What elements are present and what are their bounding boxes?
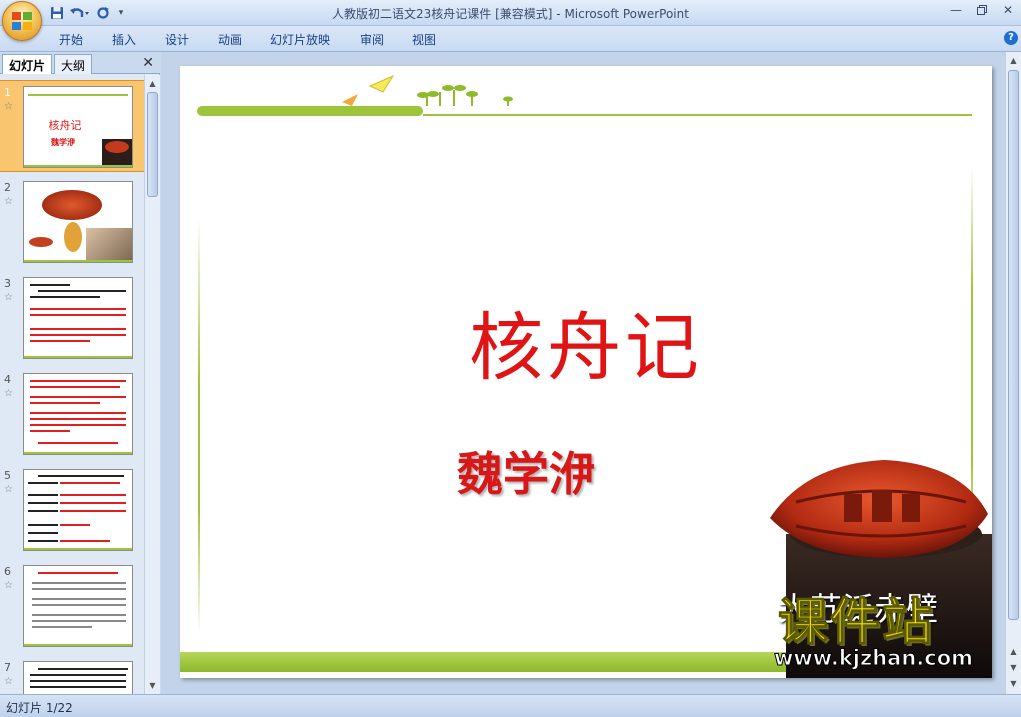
slide-preview [23,469,133,551]
pane-scrollbar[interactable]: ▲ ▼ [144,75,160,694]
slide-number: 7 [4,661,11,674]
left-accent-line [198,216,200,636]
minimize-icon: — [950,3,962,17]
thumb-title: 核舟记 [48,119,82,132]
slide-preview [23,277,133,359]
help-icon: ? [1008,32,1014,43]
thumbnail-list: 1 ☆ 核舟记 魏学洢 2 ☆ 3 ☆ 4 ☆ 5 ☆ 6 ☆ 7 ☆ [0,75,144,694]
save-icon [51,7,63,19]
customize-qat-button[interactable]: ▾ [112,4,130,22]
slide-number: 5 [4,469,11,482]
redo-icon [97,7,109,19]
editor-scrollbar[interactable]: ▲ ▲ ▼ ▼ [1005,52,1021,694]
tab-outline[interactable]: 大纲 [54,54,93,74]
slide-thumbnail[interactable]: 7 ☆ [0,656,144,694]
slide-preview [23,661,133,694]
animation-star-icon: ☆ [4,101,13,112]
slide-editor: 核舟记 魏学洢 大苏泛赤壁 课件站 www.kjzhan.com [161,52,1005,694]
tab-review[interactable]: 审阅 [360,31,384,48]
window-controls: — ✕ [943,0,1021,20]
office-button[interactable] [2,1,42,41]
previous-slide-icon[interactable]: ▲ [1006,644,1021,659]
window-title: 人教版初二语文23核舟记课件 [兼容模式] - Microsoft PowerP… [332,7,689,21]
slide-number: 1 [4,86,11,99]
slide-preview [23,373,133,455]
animation-star-icon: ☆ [4,676,13,687]
close-icon: ✕ [1002,3,1014,17]
tab-home[interactable]: 开始 [59,31,83,48]
thumb-author: 魏学洢 [51,138,75,147]
redo-button[interactable] [94,4,112,22]
slide-number: 6 [4,565,11,578]
tab-insert[interactable]: 插入 [112,31,136,48]
animation-star-icon: ☆ [4,196,13,207]
watermark-logo-text: 课件站 [778,593,934,652]
ribbon-tab-bar: 开始 插入 设计 动画 幻灯片放映 审阅 视图 ? [0,26,1021,52]
tab-slides[interactable]: 幻灯片 [2,54,53,74]
close-pane-button[interactable]: ✕ [142,55,154,71]
help-button[interactable]: ? [1004,31,1018,45]
tab-design[interactable]: 设计 [165,31,189,48]
close-window-button[interactable]: ✕ [995,0,1021,20]
scroll-up-arrow-icon[interactable]: ▲ [1006,53,1021,68]
restore-icon [977,5,987,15]
tab-slide-show[interactable]: 幻灯片放映 [270,31,330,48]
animation-star-icon: ☆ [4,292,13,303]
slide-thumbnail[interactable]: 5 ☆ [0,464,144,556]
slide-counter: 幻灯片 1/22 [6,701,73,715]
save-button[interactable] [48,4,66,22]
quick-access-toolbar: ▾ [48,4,130,22]
office-logo-icon [12,12,34,32]
kjzhan-watermark: 课件站 www.kjzhan.com [770,582,992,678]
title-bar: ▾ 人教版初二语文23核舟记课件 [兼容模式] - Microsoft Powe… [0,0,1021,26]
slide-thumbnail[interactable]: 1 ☆ 核舟记 魏学洢 [0,80,144,172]
tab-animations[interactable]: 动画 [218,31,242,48]
slide-thumbnail[interactable]: 6 ☆ [0,560,144,652]
thumb-boat-image [102,139,132,167]
slide-thumbnail[interactable]: 4 ☆ [0,368,144,460]
slide-title[interactable]: 核舟记 [180,288,992,395]
slide-number: 4 [4,373,11,386]
pane-scroll-thumb[interactable] [147,92,158,197]
next-slide-icon[interactable]: ▼ [1006,660,1021,675]
restore-button[interactable] [969,0,995,20]
animation-star-icon: ☆ [4,580,13,591]
editor-scroll-thumb[interactable] [1008,70,1019,620]
close-icon: ✕ [142,55,154,71]
slide-preview [23,565,133,647]
minimize-button[interactable]: — [943,0,969,20]
slide-preview [23,181,133,263]
slide-preview: 核舟记 魏学洢 [23,86,133,168]
scroll-down-arrow-icon[interactable]: ▼ [145,678,160,693]
slides-pane: 幻灯片 大纲 ✕ 1 ☆ 核舟记 魏学洢 2 ☆ 3 ☆ 4 ☆ 5 ☆ 6 ☆… [0,52,160,694]
current-slide[interactable]: 核舟记 魏学洢 大苏泛赤壁 课件站 www.kjzhan.com [180,66,992,678]
animation-star-icon: ☆ [4,484,13,495]
slide-number: 3 [4,277,11,290]
status-bar: 幻灯片 1/22 [0,694,1021,717]
slide-thumbnail[interactable]: 3 ☆ [0,272,144,364]
undo-button[interactable] [66,4,94,22]
animation-star-icon: ☆ [4,388,13,399]
tab-view[interactable]: 视图 [412,31,436,48]
slide-thumbnail[interactable]: 2 ☆ [0,176,144,268]
scroll-up-arrow-icon[interactable]: ▲ [145,76,160,91]
scroll-down-arrow-icon[interactable]: ▼ [1006,676,1021,691]
pane-tab-bar: 幻灯片 大纲 ✕ [0,52,160,74]
slide-number: 2 [4,181,11,194]
undo-icon [70,8,89,17]
watermark-url: www.kjzhan.com [773,646,974,671]
top-decoration [197,74,972,116]
